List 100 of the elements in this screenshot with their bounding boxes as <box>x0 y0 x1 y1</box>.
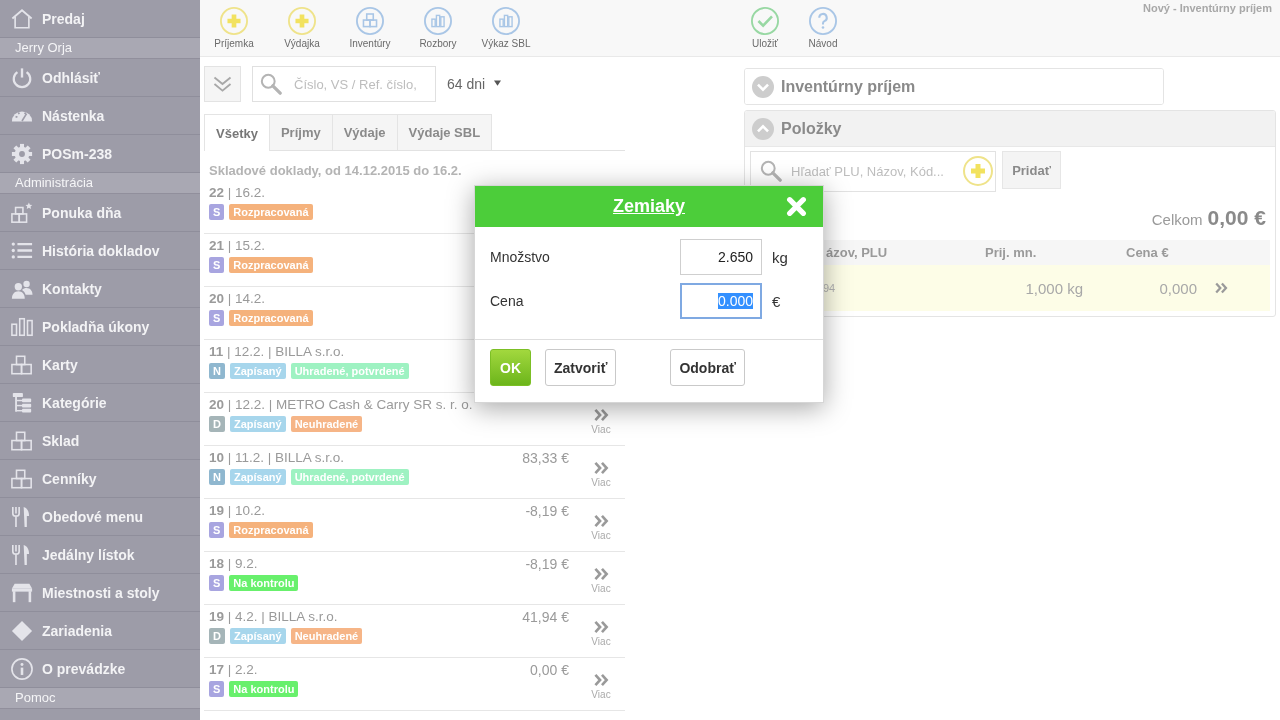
sidebar-item[interactable]: Nástenka <box>0 97 200 135</box>
amount: 83,33 € <box>522 449 569 468</box>
status-tag: Uhradené, potvrdené <box>290 469 409 485</box>
tab[interactable]: Výdaje <box>331 114 398 150</box>
boxes-icon <box>11 353 33 376</box>
toolbar-button[interactable]: Uložiť <box>736 7 794 49</box>
sidebar-item[interactable]: Pokladňa úkony <box>0 308 200 346</box>
chevron-down-icon <box>752 75 774 98</box>
more-link[interactable]: Viac <box>591 448 611 488</box>
tab[interactable]: Všetky <box>204 114 270 151</box>
status-tag: Zapísaný <box>229 416 286 432</box>
field-label: Cena <box>490 293 524 309</box>
fork-knife-icon <box>11 505 30 528</box>
status-tag: Uhradené, potvrdené <box>290 363 409 379</box>
tab[interactable]: Výdaje SBL <box>396 114 493 150</box>
search-icon <box>260 73 282 95</box>
input-field[interactable]: 0.000 <box>680 283 762 319</box>
list-icon <box>11 242 33 259</box>
toolbar-button[interactable]: Príjemka <box>200 7 268 49</box>
amount: 0,00 € <box>530 661 569 680</box>
remove-button[interactable]: Odobrať <box>670 349 745 386</box>
sidebar-item[interactable]: Karty <box>0 346 200 384</box>
status-tag: Rozpracovaná <box>229 310 313 326</box>
sidebar-item[interactable]: Obedové menu <box>0 498 200 536</box>
confirm-button[interactable]: OK <box>490 349 531 386</box>
chevron-up-icon <box>752 117 774 140</box>
amount: -8,19 € <box>525 555 569 574</box>
sidebar-item[interactable]: Sklad <box>0 422 200 460</box>
panel-header[interactable]: Inventúrny príjem <box>745 69 1163 104</box>
sidebar-item[interactable]: Cenníky <box>0 460 200 498</box>
status-tag: Na kontrolu <box>229 575 299 591</box>
sidebar-item[interactable]: Jedálny lístok <box>0 536 200 574</box>
bar-chart-icon <box>492 7 520 35</box>
document-title: 19 | 10.2. <box>209 502 266 520</box>
fork-knife-icon <box>11 543 30 566</box>
close-button[interactable] <box>786 196 807 217</box>
more-link[interactable]: Viac <box>591 501 611 541</box>
unit-label: € <box>772 292 782 310</box>
check-icon <box>751 7 779 35</box>
type-tag: S <box>209 257 225 273</box>
document-title: 21 | 15.2. <box>209 237 266 255</box>
sidebar-item[interactable]: Kategórie <box>0 384 200 422</box>
boxes-icon <box>356 7 384 35</box>
type-tag: S <box>209 681 225 697</box>
sidebar-item[interactable]: Odhlásiť <box>0 59 200 97</box>
status-tag: Zapísaný <box>229 628 286 644</box>
search-field[interactable]: Číslo, VS / Ref. číslo, <box>252 66 436 102</box>
more-link[interactable]: Viac <box>591 660 611 700</box>
boxes-icon <box>11 429 33 452</box>
status-tag: Neuhradené <box>290 628 363 644</box>
input-field[interactable]: 2.650 <box>680 239 762 275</box>
page-title: Nový - Inventúrny príjem <box>1143 2 1273 14</box>
status-tag: Rozpracovaná <box>229 204 313 220</box>
close-button[interactable]: Zatvoriť <box>545 349 617 386</box>
bar-chart-icon <box>424 7 452 35</box>
sidebar-item[interactable]: Miestnosti a stoly <box>0 574 200 612</box>
double-chevron-right-icon <box>593 408 609 422</box>
tab[interactable]: Príjmy <box>268 114 333 150</box>
info-icon <box>11 657 33 680</box>
type-tag: N <box>209 363 225 379</box>
amount: 41,94 € <box>522 608 569 627</box>
gauge-icon <box>11 109 33 122</box>
column-header: Cena € <box>1126 245 1169 260</box>
type-tag: N <box>209 469 225 485</box>
sidebar-item[interactable]: Zariadenia <box>0 612 200 650</box>
add-button[interactable]: Pridať <box>1002 151 1061 189</box>
toolbar-button[interactable]: Výdajka <box>268 7 336 49</box>
search-field[interactable]: Hľadať PLU, Názov, Kód... <box>750 151 996 192</box>
panel-header[interactable]: Položky <box>745 111 1275 147</box>
period-dropdown[interactable]: 64 dni <box>445 74 504 94</box>
type-tag: D <box>209 628 225 644</box>
status-tag: Zapísaný <box>229 363 286 379</box>
diamond-icon <box>11 619 33 642</box>
status-tag: Neuhradené <box>290 416 363 432</box>
more-link[interactable]: Viac <box>591 554 611 594</box>
toolbar-button[interactable]: Návod <box>794 7 852 49</box>
help-icon <box>809 7 837 35</box>
sidebar-section-title: Jerry Orja <box>0 38 200 59</box>
document-title: 19 | 4.2. | BILLA s.r.o. <box>209 608 338 626</box>
expand-button[interactable] <box>204 66 241 102</box>
total-label: Celkom <box>1151 211 1203 228</box>
sidebar-item[interactable]: História dokladov <box>0 232 200 270</box>
column-header: ázov, PLU <box>826 245 888 260</box>
more-link[interactable]: Viac <box>591 607 611 647</box>
power-icon <box>11 66 33 89</box>
toolbar-button[interactable]: Rozbory <box>404 7 472 49</box>
table-cell: 94 <box>823 282 836 294</box>
double-chevron-down-icon <box>213 75 232 93</box>
toolbar-button[interactable]: Inventúry <box>336 7 404 49</box>
toolbar-button[interactable]: Výkaz SBL <box>472 7 540 49</box>
sidebar-item[interactable]: Ponuka dňa <box>0 194 200 232</box>
table-cell: 0,000 <box>1159 279 1197 297</box>
type-tag: S <box>209 522 225 538</box>
double-chevron-right-icon <box>1215 282 1228 294</box>
close-icon <box>786 196 807 217</box>
sidebar-item[interactable]: Kontakty <box>0 270 200 308</box>
double-chevron-right-icon <box>593 620 609 634</box>
plus-icon[interactable] <box>963 156 993 186</box>
more-link[interactable]: Viac <box>591 395 611 435</box>
status-tag: Zapísaný <box>229 469 286 485</box>
